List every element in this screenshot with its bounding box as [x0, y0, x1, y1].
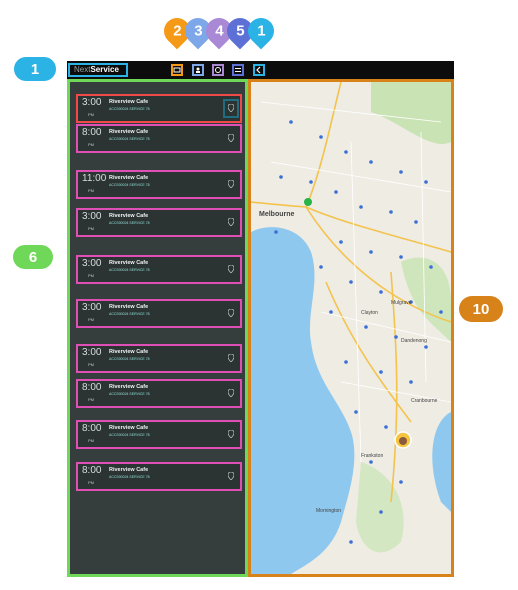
job-time: 3:00 [82, 258, 102, 269]
job-title: Riverview Cafe [109, 260, 149, 266]
job-card[interactable]: 11:00 PM Riverview Cafe ACCS00024 SERVICE 7… [76, 170, 242, 199]
location-pin-icon[interactable] [228, 389, 234, 397]
back-icon[interactable] [253, 64, 265, 76]
location-pin-icon[interactable] [228, 430, 234, 438]
map-view-icon[interactable] [171, 64, 183, 76]
job-card[interactable]: 3:00 PM Riverview Cafe ACCS00024 SERVICE 78 [76, 255, 242, 284]
map-panel[interactable]: Melbourne Dandenong Frankston Mornington… [248, 79, 454, 577]
job-subtitle: ACCS00024 SERVICE 78 [109, 107, 150, 111]
job-time: 8:00 [82, 127, 102, 138]
job-title: Riverview Cafe [109, 304, 149, 310]
job-subtitle: ACCS00024 SERVICE 78 [109, 183, 150, 187]
map-label-mulgrave: Mulgrave [391, 300, 412, 306]
clock-glyph [215, 67, 221, 73]
job-title: Riverview Cafe [109, 384, 149, 390]
job-card[interactable]: 8:00 PM Riverview Cafe ACCS00024 SERVICE 78 [76, 420, 242, 449]
location-pin-icon[interactable] [228, 180, 234, 188]
job-ampm: PM [88, 142, 94, 147]
job-subtitle: ACCS00024 SERVICE 78 [109, 392, 150, 396]
location-pin-icon[interactable] [228, 134, 234, 142]
clock-icon[interactable] [212, 64, 224, 76]
annotation-marker-6: 6 [13, 245, 53, 269]
location-pin-icon[interactable] [228, 265, 234, 273]
job-title: Riverview Cafe [109, 99, 149, 105]
job-subtitle: ACCS00024 SERVICE 78 [109, 475, 150, 479]
job-card[interactable]: 8:00 PM Riverview Cafe ACCS00024 SERVICE 78 [76, 124, 242, 153]
map-label-frankston: Frankston [361, 453, 383, 459]
current-job-marker [304, 198, 312, 206]
job-ampm: PM [88, 112, 94, 117]
person-icon[interactable] [192, 64, 204, 76]
job-time: 3:00 [82, 97, 102, 108]
annotation-marker-1: 1 [14, 57, 56, 81]
location-pin-icon[interactable] [228, 472, 234, 480]
app-logo: NextService [68, 63, 128, 77]
job-card[interactable]: 3:00 PM Riverview Cafe ACCS00024 SERVICE 78 [76, 208, 242, 237]
job-ampm: PM [88, 226, 94, 231]
annotation-marker-10: 10 [459, 296, 503, 322]
annotation-marker-1b: 1 [242, 12, 280, 50]
location-pin-icon[interactable] [228, 218, 234, 226]
job-time: 11:00 [82, 173, 107, 184]
location-pin-icon[interactable] [228, 309, 234, 317]
job-title: Riverview Cafe [109, 213, 149, 219]
job-time: 3:00 [82, 211, 102, 222]
job-subtitle: ACCS00024 SERVICE 78 [109, 312, 150, 316]
job-card[interactable]: 8:00 PM Riverview Cafe ACCS00024 SERVICE 78 [76, 379, 242, 408]
job-subtitle: ACCS00024 SERVICE 78 [109, 221, 150, 225]
person-glyph [196, 67, 200, 73]
map-label-cranbourne: Cranbourne [411, 398, 438, 404]
job-card[interactable]: 3:00 PM Riverview Cafe ACCS00024 SERVICE 78 [76, 344, 242, 373]
job-ampm: PM [88, 397, 94, 402]
job-subtitle: ACCS00024 SERVICE 78 [109, 357, 150, 361]
back-glyph [256, 66, 261, 74]
job-ampm: PM [88, 317, 94, 322]
map-label-clayton: Clayton [361, 310, 378, 316]
job-title: Riverview Cafe [109, 129, 149, 135]
job-time: 3:00 [82, 302, 102, 313]
map-canvas: Melbourne Dandenong Frankston Mornington… [251, 82, 451, 574]
job-time: 3:00 [82, 347, 102, 358]
list-icon[interactable] [232, 64, 244, 76]
job-card[interactable]: 3:00 PM Riverview Cafe ACCS00024 SERVICE 78 [76, 94, 242, 123]
job-ampm: PM [88, 438, 94, 443]
job-ampm: PM [88, 188, 94, 193]
technician-avatar-face [399, 437, 407, 445]
job-card[interactable]: 8:00 PM Riverview Cafe ACCS00024 SERVICE 78 [76, 462, 242, 491]
job-ampm: PM [88, 480, 94, 485]
job-ampm: PM [88, 362, 94, 367]
job-time: 8:00 [82, 423, 102, 434]
job-subtitle: ACCS00024 SERVICE 78 [109, 268, 150, 272]
job-time: 8:00 [82, 465, 102, 476]
job-title: Riverview Cafe [109, 467, 149, 473]
job-time: 8:00 [82, 382, 102, 393]
map-label-mornington: Mornington [316, 508, 341, 514]
job-title: Riverview Cafe [109, 425, 149, 431]
job-title: Riverview Cafe [109, 175, 149, 181]
job-subtitle: ACCS00024 SERVICE 78 [109, 137, 150, 141]
job-subtitle: ACCS00024 SERVICE 78 [109, 433, 150, 437]
map-label-melbourne: Melbourne [259, 211, 294, 218]
location-button-highlight [223, 99, 239, 118]
job-card[interactable]: 3:00 PM Riverview Cafe ACCS00024 SERVICE 78 [76, 299, 242, 328]
job-ampm: PM [88, 273, 94, 278]
job-title: Riverview Cafe [109, 349, 149, 355]
map-label-dandenong: Dandenong [401, 338, 427, 344]
location-pin-icon[interactable] [228, 354, 234, 362]
job-list-panel[interactable]: 3:00 PM Riverview Cafe ACCS00024 SERVICE 78… [67, 79, 248, 577]
list-glyph [235, 68, 241, 72]
map-view-glyph [173, 67, 181, 73]
